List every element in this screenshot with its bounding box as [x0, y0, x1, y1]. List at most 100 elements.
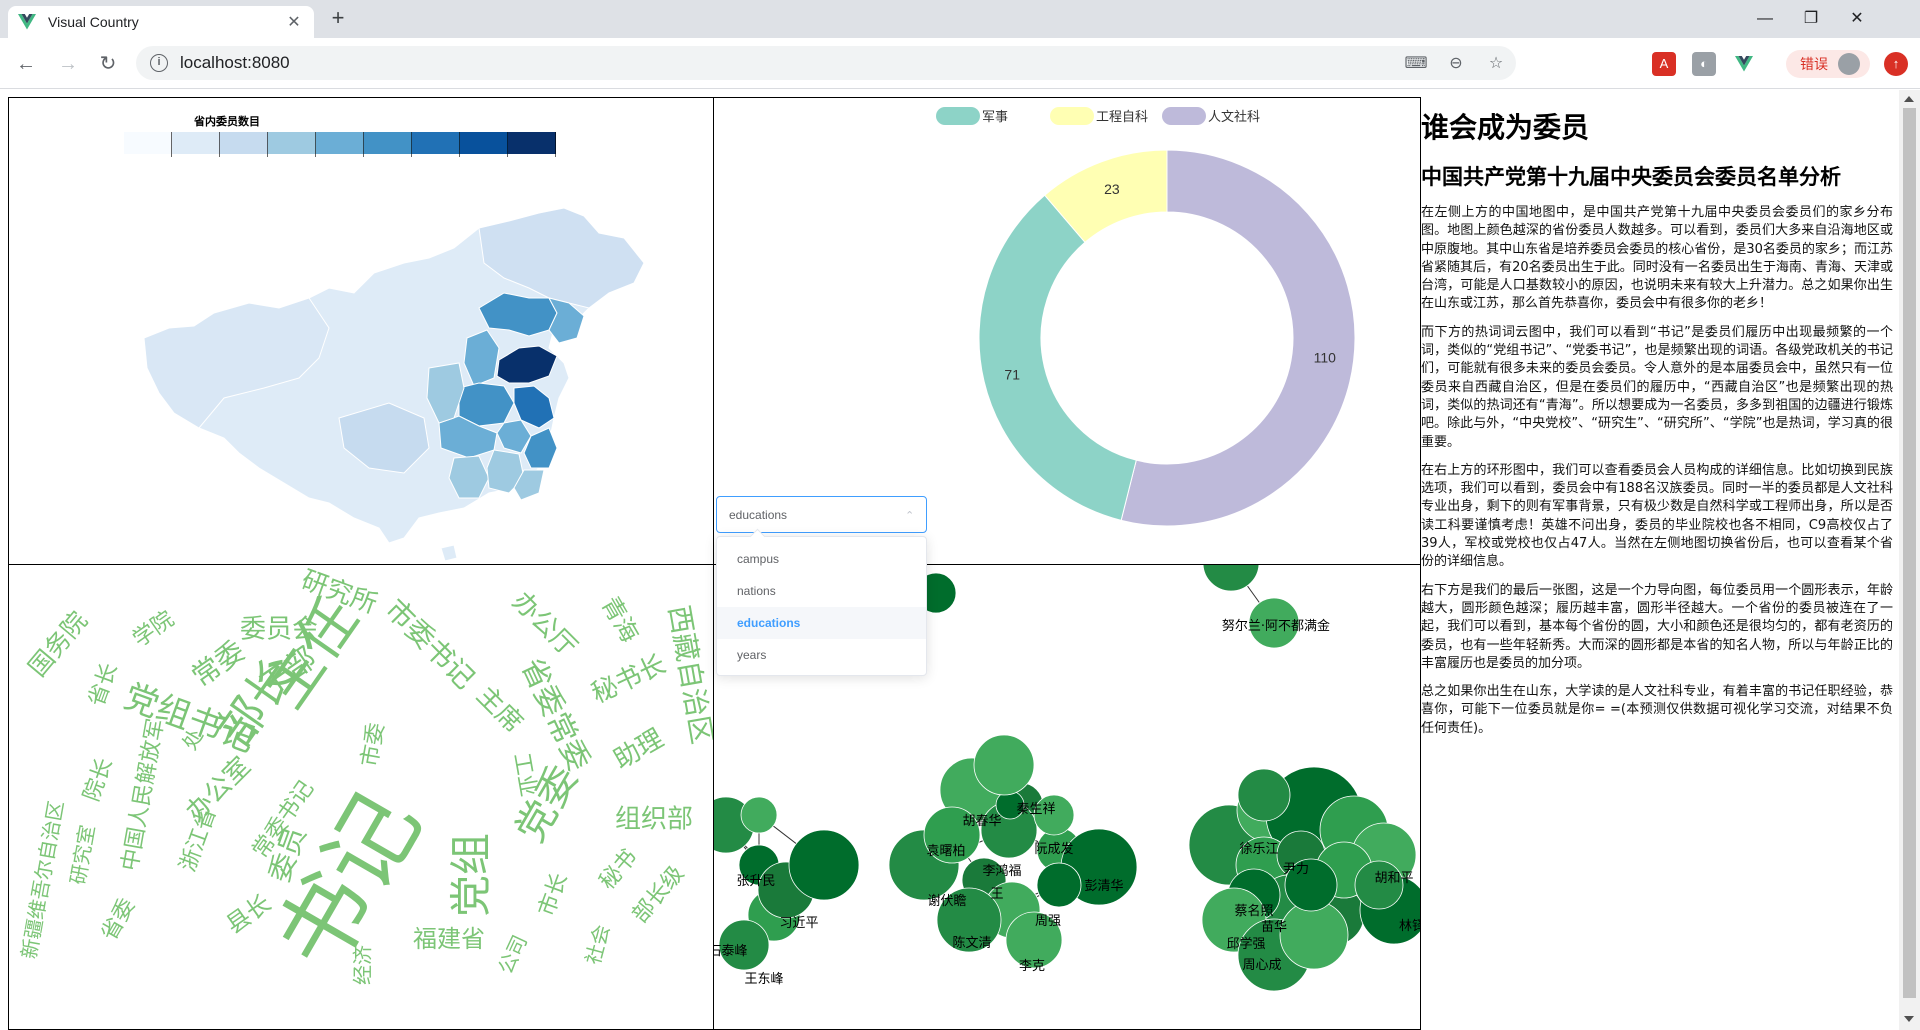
- scroll-down-icon[interactable]: [1904, 1016, 1914, 1022]
- member-node[interactable]: [973, 734, 1035, 796]
- donut-slice[interactable]: [978, 194, 1137, 521]
- page-content: 省内委员数目 037101317202327: [0, 90, 1920, 1030]
- maximize-button[interactable]: ❐: [1788, 4, 1834, 34]
- translate-icon[interactable]: ⌨: [1396, 53, 1436, 73]
- tab-title: Visual Country: [48, 14, 139, 30]
- word-cloud-word: 部长级: [628, 861, 690, 928]
- word-cloud: 书记主任部长党组党委党组书记市委书记研究所委员会干部常委国务院 学院省委常委秘书长…: [17, 565, 714, 988]
- word-cloud-word: 秘书: [595, 845, 642, 895]
- member-name-label: 苗华: [1261, 920, 1287, 935]
- member-node[interactable]: [788, 829, 860, 901]
- option-educations[interactable]: educations: [717, 607, 926, 639]
- scroll-up-icon[interactable]: [1904, 96, 1914, 102]
- extension-icon[interactable]: ◐: [1692, 52, 1716, 76]
- minimize-button[interactable]: —: [1742, 4, 1788, 34]
- back-arrow-icon[interactable]: ←: [12, 50, 40, 78]
- word-cloud-word: 办公厅: [506, 586, 582, 662]
- article-subtitle: 中国共产党第十九届中央委员会委员名单分析: [1421, 165, 1841, 189]
- browser-tab[interactable]: Visual Country ✕: [8, 6, 314, 38]
- pdf-extension-icon[interactable]: A: [1652, 52, 1676, 76]
- word-cloud-word: 秘书长: [587, 649, 670, 709]
- member-name-label: 秦生祥: [1016, 802, 1055, 817]
- member-name-label: 石泰峰: [714, 944, 748, 959]
- word-cloud-word: 公司: [493, 931, 532, 977]
- word-cloud-word: 国务院: [23, 606, 93, 682]
- word-cloud-word: 省长: [84, 660, 123, 710]
- member-name-label: 蔡名照: [1234, 903, 1273, 919]
- member-name-label: 王东峰: [744, 972, 783, 987]
- word-cloud-word: 组织部: [615, 805, 693, 835]
- donut-value-label: 23: [1104, 181, 1120, 197]
- article-paragraph: 在右上方的环形图中，我们可以查看委员会人员构成的详细信息。比如切换到民族选项，我…: [1421, 462, 1893, 570]
- member-name-label: 尹力: [1283, 862, 1309, 877]
- member-node[interactable]: [1202, 565, 1260, 592]
- error-label: 错误: [1800, 56, 1828, 72]
- select-value: educations: [729, 507, 788, 522]
- article-paragraph: 右下方是我们的最后一张图，这是一个力导向图，每位委员用一个圆形表示，年龄越大，圆…: [1421, 582, 1893, 671]
- member-name-label: 李鸿福: [982, 863, 1021, 879]
- chevron-up-icon: ⌄: [904, 508, 914, 520]
- word-cloud-word: 研究室: [65, 823, 99, 886]
- new-tab-button[interactable]: +: [326, 7, 350, 31]
- word-cloud-word: 浙江省: [175, 805, 221, 876]
- word-cloud-word: 助理: [609, 724, 669, 776]
- member-name-label: 袁曙柏: [926, 844, 965, 859]
- address-bar[interactable]: i localhost:8080 ⌨ ⊖ ☆: [136, 46, 1516, 80]
- profile-error-button[interactable]: 错误: [1786, 50, 1870, 78]
- option-nations[interactable]: nations: [717, 575, 926, 607]
- member-name-label: 周强: [1035, 914, 1061, 929]
- member-node[interactable]: [1036, 862, 1082, 908]
- member-node[interactable]: [740, 796, 778, 834]
- word-cloud-word: 委员会: [240, 615, 318, 645]
- url-text[interactable]: localhost:8080: [180, 53, 1396, 73]
- word-cloud-word: 主席: [470, 681, 528, 739]
- word-cloud-word: 学院: [129, 607, 179, 653]
- article-title: 谁会成为委员: [1421, 111, 1590, 144]
- member-node[interactable]: [1237, 768, 1291, 822]
- member-name-label: 努尔兰·阿不都满金: [1222, 618, 1330, 634]
- zoom-icon[interactable]: ⊖: [1436, 53, 1476, 73]
- member-name-label: 周心成: [1242, 958, 1281, 973]
- member-name-label: 李克: [1019, 959, 1045, 974]
- forward-arrow-icon[interactable]: →: [54, 50, 82, 78]
- reload-icon[interactable]: ↻: [94, 50, 122, 78]
- word-cloud-word: 中国人民解放军: [118, 717, 169, 873]
- member-name-label: 习近平: [779, 916, 818, 931]
- word-cloud-word: 省委: [97, 894, 141, 945]
- member-name-label: 胡春华: [962, 814, 1001, 829]
- member-name-label: 邱学强: [1226, 936, 1265, 952]
- word-cloud-word: 工业: [508, 751, 540, 799]
- scrollbar[interactable]: [1899, 90, 1920, 1030]
- close-window-button[interactable]: ✕: [1834, 4, 1880, 34]
- update-icon[interactable]: ↑: [1884, 52, 1908, 76]
- member-name-label: 林铎: [1399, 919, 1421, 934]
- member-name-label: 彭清华: [1084, 879, 1123, 894]
- word-cloud-word: 新疆维吾尔自治区: [17, 799, 68, 961]
- word-cloud-word: 市长: [534, 870, 573, 920]
- word-cloud-word: 社会: [581, 922, 615, 967]
- china-map[interactable]: [9, 98, 715, 566]
- info-icon[interactable]: i: [150, 54, 168, 72]
- vue-devtools-icon[interactable]: [1732, 52, 1756, 76]
- member-name-label: 陈文清: [952, 935, 991, 951]
- select-dropdown: campus nations educations years: [716, 536, 927, 676]
- member-name-label: 阮成发: [1034, 841, 1073, 857]
- word-cloud-word: 福建省: [413, 925, 485, 953]
- option-campus[interactable]: campus: [717, 543, 926, 575]
- member-name-label: 谢伏瞻: [927, 893, 966, 909]
- option-years[interactable]: years: [717, 639, 926, 671]
- word-cloud-word: 党组: [447, 833, 496, 917]
- donut-value-label: 110: [1314, 350, 1337, 366]
- tab-close-icon[interactable]: ✕: [284, 12, 304, 32]
- scrollbar-thumb[interactable]: [1903, 108, 1916, 998]
- category-select[interactable]: educations ⌄: [716, 496, 927, 533]
- member-name-label: 徐乐江: [1239, 842, 1278, 857]
- map-region-hainan: [440, 544, 458, 562]
- member-name-label: 胡和平: [1374, 871, 1413, 886]
- word-cloud-panel: 书记 主任 部长 党组 党委 党组书记 市委书记 研究所 委员会 干部 常委 国务院 学院 省委常委 秘书长…: [8, 564, 715, 1030]
- map-region-henan: [458, 382, 515, 427]
- browser-toolbar: ← → ↻ i localhost:8080 ⌨ ⊖ ☆ A ◐ 错误 ↑: [0, 38, 1920, 89]
- bookmark-star-icon[interactable]: ☆: [1476, 53, 1516, 73]
- word-cloud-word: 经济: [351, 945, 375, 985]
- word-cloud-word: 院长: [79, 755, 118, 805]
